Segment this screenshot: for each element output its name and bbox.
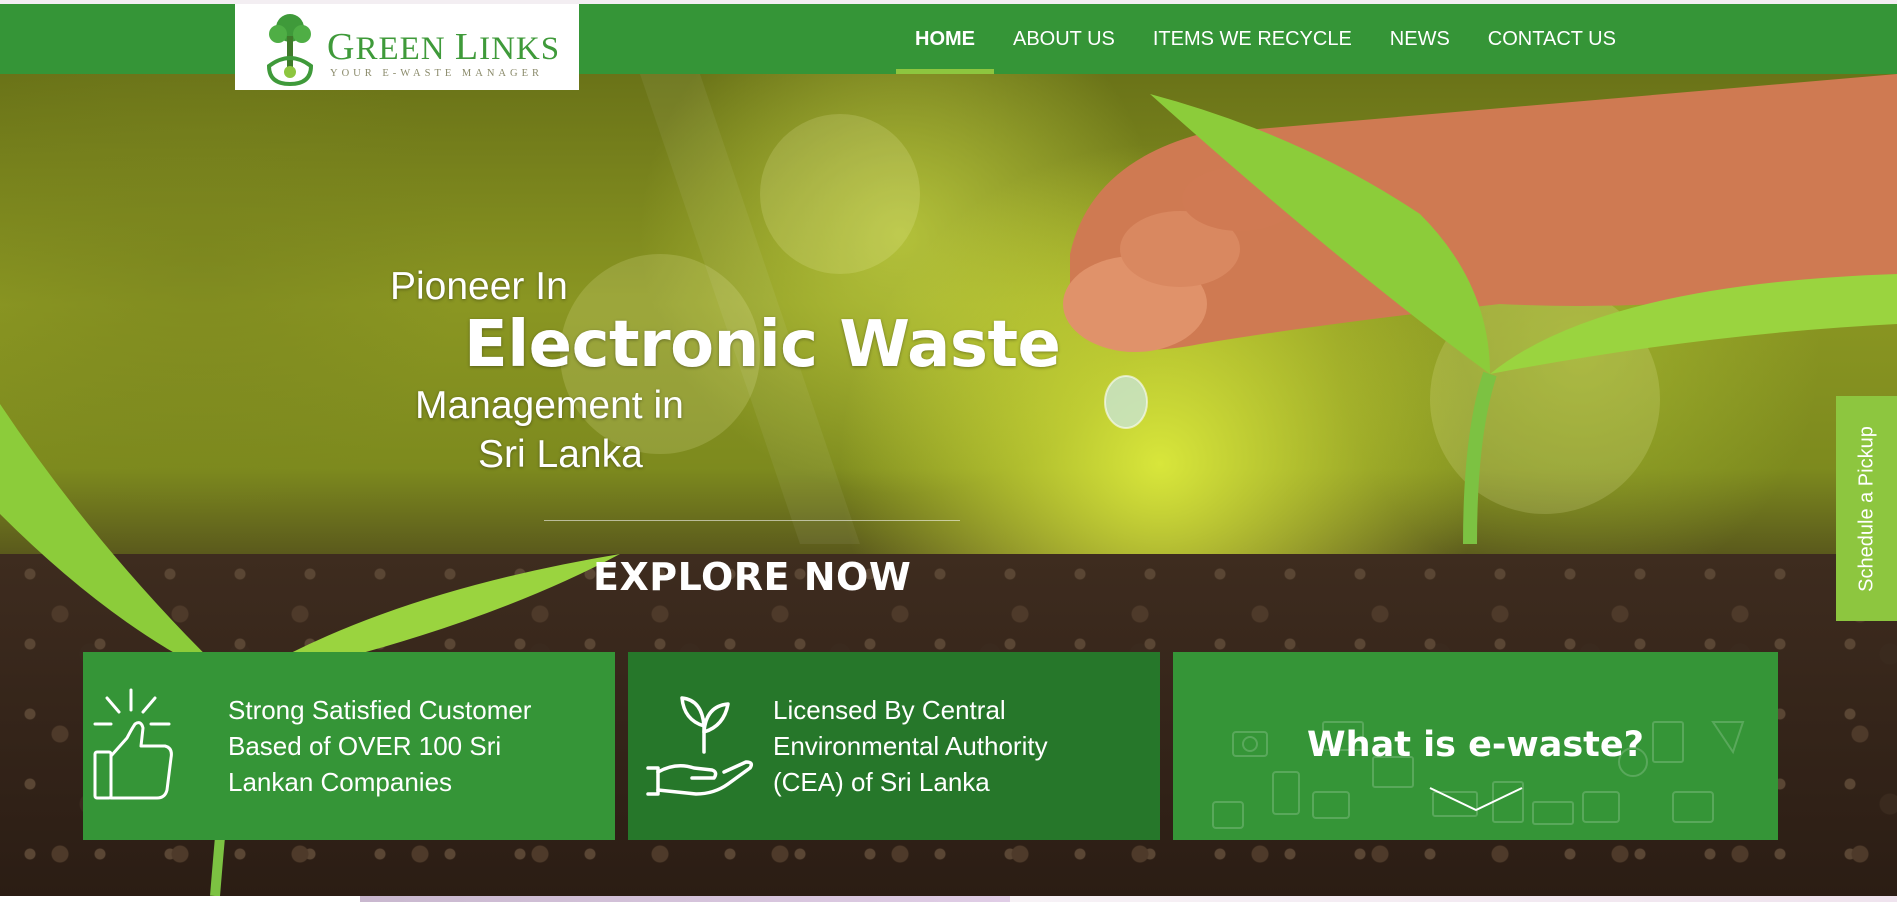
nav-item-items-we-recycle[interactable]: ITEMS WE RECYCLE bbox=[1134, 4, 1371, 74]
what-is-ewaste-card[interactable]: What is e-waste? bbox=[1173, 652, 1778, 840]
hero-heading-line-1: Pioneer In bbox=[390, 265, 568, 308]
schedule-pickup-tab[interactable]: Schedule a Pickup bbox=[1836, 396, 1897, 621]
feature-card-license: Licensed By Central Environmental Author… bbox=[628, 652, 1160, 840]
brand-name: GREEN LINKS bbox=[327, 26, 561, 68]
plant-in-hand-icon bbox=[646, 696, 754, 796]
thumbs-up-icon bbox=[93, 688, 173, 800]
schedule-pickup-label: Schedule a Pickup bbox=[1855, 425, 1877, 592]
nav-item-home[interactable]: HOME bbox=[896, 4, 994, 74]
feature-text-customers: Strong Satisfied Customer Based of OVER … bbox=[228, 692, 531, 800]
what-is-ewaste-title: What is e-waste? bbox=[1307, 725, 1644, 765]
next-section-edge bbox=[0, 896, 1897, 902]
feature-line: Strong Satisfied Customer bbox=[228, 695, 532, 725]
feature-line: Environmental Authority bbox=[773, 731, 1048, 761]
explore-now-button[interactable]: EXPLORE NOW bbox=[593, 555, 911, 599]
hero-heading-line-4: Sri Lanka bbox=[478, 433, 643, 476]
nav-item-news[interactable]: NEWS bbox=[1371, 4, 1469, 74]
hero-heading-line-2: Electronic Waste bbox=[464, 308, 1061, 382]
feature-line: (CEA) of Sri Lanka bbox=[773, 767, 990, 797]
hero-heading-line-3: Management in bbox=[415, 384, 684, 427]
brand-logo[interactable]: GREEN LINKS YOUR E-WASTE MANAGER bbox=[235, 4, 579, 90]
feature-text-license: Licensed By Central Environmental Author… bbox=[773, 692, 1048, 800]
feature-line: Licensed By Central bbox=[773, 695, 1006, 725]
tree-logo-icon bbox=[266, 14, 314, 87]
nav-item-contact-us[interactable]: CONTACT US bbox=[1469, 4, 1635, 74]
brand-tagline: YOUR E-WASTE MANAGER bbox=[330, 68, 543, 79]
chevron-down-icon bbox=[1429, 787, 1523, 812]
hero-divider bbox=[544, 520, 960, 521]
feature-line: Lankan Companies bbox=[228, 767, 453, 797]
feature-card-customers: Strong Satisfied Customer Based of OVER … bbox=[83, 652, 615, 840]
main-menu: HOME ABOUT US ITEMS WE RECYCLE NEWS CONT… bbox=[896, 4, 1635, 74]
feature-line: Based of OVER 100 Sri bbox=[228, 731, 502, 761]
nav-item-about-us[interactable]: ABOUT US bbox=[994, 4, 1134, 74]
